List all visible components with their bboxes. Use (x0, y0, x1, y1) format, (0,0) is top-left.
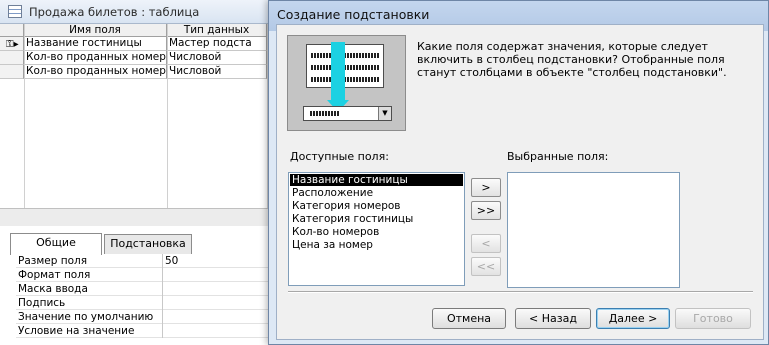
property-row[interactable]: Значение по умолчанию (16, 310, 290, 324)
illustration-row (311, 53, 379, 58)
field-name-cell[interactable]: Кол-во проданных номеров (24, 51, 167, 65)
data-type-cell[interactable]: Мастер подста (167, 37, 267, 51)
list-item[interactable]: Расположение (290, 187, 463, 199)
dialog-divider (288, 291, 753, 293)
illustration-highlight-column (331, 42, 345, 104)
pane-separator (0, 208, 290, 226)
selected-fields-list[interactable] (507, 172, 680, 288)
tab-general[interactable]: Общие (10, 233, 102, 255)
remove-field-button[interactable]: < (471, 234, 501, 253)
grid-divider (24, 24, 25, 224)
dialog-title: Создание подстановки (277, 7, 430, 22)
column-header-field-name: Имя поля (24, 24, 167, 37)
row-selector[interactable] (0, 51, 24, 65)
property-row[interactable]: Маска ввода (16, 282, 290, 296)
list-item[interactable]: Кол-во номеров (290, 226, 463, 238)
list-item[interactable]: Категория номеров (290, 200, 463, 212)
primary-key-icon: ⚿▸ (6, 39, 19, 50)
add-field-button[interactable]: > (471, 178, 501, 197)
property-row[interactable]: Размер поля 50 (16, 254, 290, 268)
finish-button[interactable]: Готово (675, 308, 751, 329)
property-label: Значение по умолчанию (18, 311, 154, 323)
next-button[interactable]: Далее > (596, 308, 670, 329)
table-icon (8, 5, 22, 18)
grid-divider (167, 24, 168, 224)
chevron-down-icon: ▼ (378, 107, 391, 120)
illustration-combo-text (310, 111, 340, 116)
selected-fields-label: Выбранные поля: (507, 150, 609, 163)
add-all-fields-button[interactable]: >> (471, 201, 501, 220)
lookup-wizard-illustration: ▼ (287, 35, 406, 131)
property-label: Размер поля (18, 255, 88, 267)
remove-all-fields-button[interactable]: << (471, 257, 501, 276)
property-label: Маска ввода (18, 283, 88, 295)
list-item[interactable]: Цена за номер (290, 239, 463, 251)
column-header-data-type: Тип данных (167, 24, 267, 37)
property-row[interactable]: Формат поля (16, 268, 290, 282)
row-selector[interactable] (0, 65, 24, 79)
table-window-title: Продажа билетов : таблица (29, 5, 200, 19)
table-design-window: Продажа билетов : таблица Имя поля Тип д… (0, 0, 290, 345)
table-window-titlebar: Продажа билетов : таблица (0, 0, 290, 24)
illustration-table-icon (306, 44, 384, 88)
field-name-cell[interactable]: Кол-во проданных номеров (24, 65, 167, 79)
illustration-row (311, 65, 379, 70)
field-grid: Имя поля Тип данных ⚿▸ Название гостиниц… (0, 24, 290, 224)
property-label: Формат поля (18, 269, 91, 281)
dialog-body: ▼ Какие поля содержат значения, которые … (276, 24, 764, 340)
grid-corner (0, 24, 24, 37)
property-label: Условие на значение (18, 325, 135, 337)
list-item[interactable]: Категория гостиницы (290, 213, 463, 225)
tab-lookup[interactable]: Подстановка (104, 234, 192, 254)
field-name-cell[interactable]: Название гостиницы (24, 37, 167, 51)
property-row[interactable]: Подпись (16, 296, 290, 310)
list-item[interactable]: Название гостиницы (290, 174, 463, 186)
wizard-description: Какие поля содержат значения, которые сл… (417, 40, 727, 79)
lookup-wizard-dialog: Создание подстановки ▼ Какие поля содерж… (268, 0, 769, 345)
field-properties: Размер поля 50 Формат поля Маска ввода П… (16, 254, 290, 345)
available-fields-list[interactable]: Название гостиницы Расположение Категори… (288, 172, 465, 286)
illustration-row (311, 77, 379, 82)
illustration-combobox-icon: ▼ (303, 106, 392, 121)
property-label: Подпись (18, 297, 66, 309)
available-fields-label: Доступные поля: (290, 150, 389, 163)
data-type-cell[interactable]: Числовой (167, 65, 267, 79)
property-row[interactable]: Условие на значение (16, 324, 290, 338)
back-button[interactable]: < Назад (515, 308, 591, 329)
data-type-cell[interactable]: Числовой (167, 51, 267, 65)
cancel-button[interactable]: Отмена (432, 308, 506, 329)
